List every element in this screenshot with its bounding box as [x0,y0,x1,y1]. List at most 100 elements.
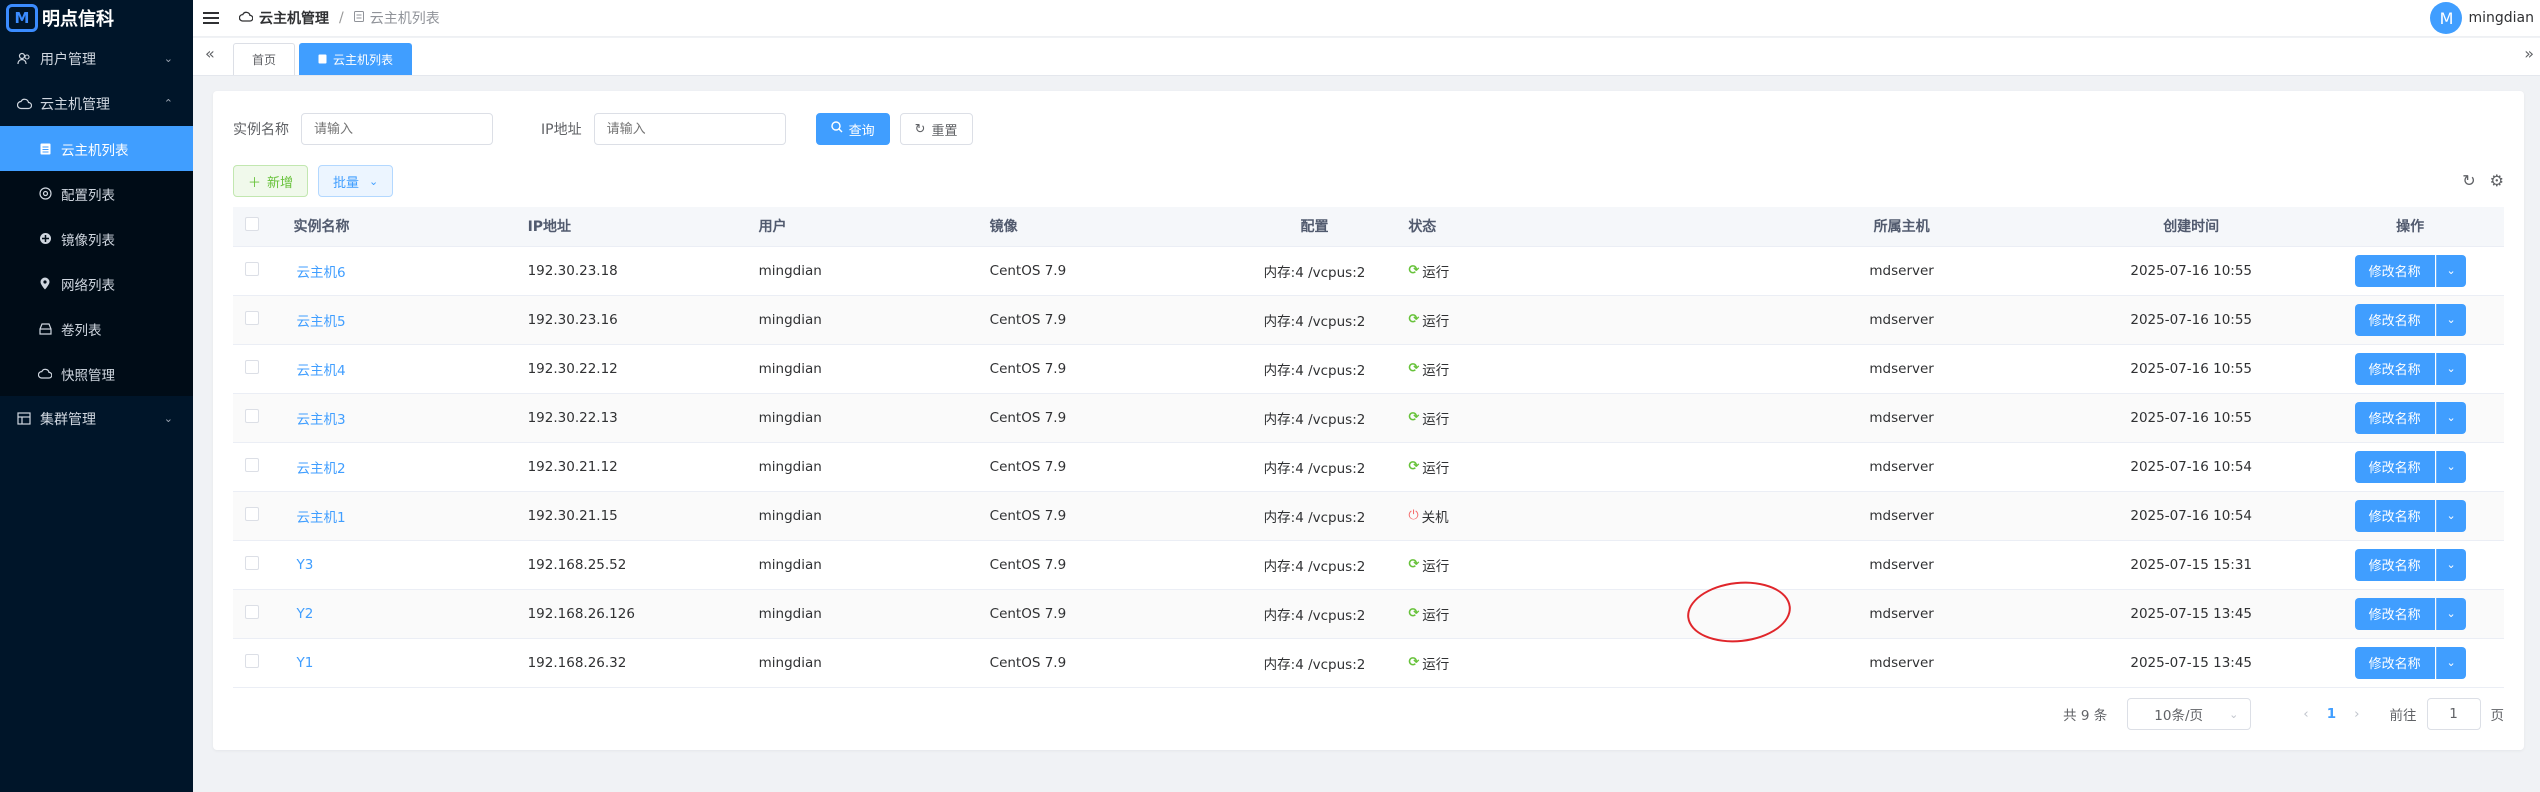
instance-name-link[interactable]: Y2 [297,606,314,622]
created-cell: 2025-07-15 13:45 [2130,605,2253,622]
row-checkbox[interactable] [245,359,259,374]
rename-button[interactable]: 修改名称 [2354,499,2435,532]
chevron-down-icon[interactable]: ⌄ [2435,352,2466,385]
sidebar-subitem-host-list[interactable]: 云主机列表 [0,126,193,171]
row-action-group: 修改名称 ⌄ [2354,254,2466,287]
instance-name-link[interactable]: 云主机1 [297,510,346,526]
tabs-scroll-right-icon[interactable]: » [2524,44,2534,63]
goto-page-input[interactable]: 1 [2426,698,2481,730]
add-button[interactable]: ＋ 新增 [233,165,309,197]
config-cell: 内存:4 /vcpus:2 [1263,460,1366,477]
chevron-down-icon[interactable]: ⌄ [2435,401,2466,434]
menu-toggle-icon[interactable] [203,12,219,24]
image-icon [38,232,52,246]
tab-host-list[interactable]: 云主机列表 [299,43,413,75]
chevron-down-icon[interactable]: ⌄ [2435,548,2466,581]
rename-button[interactable]: 修改名称 [2354,303,2435,336]
instance-name-link[interactable]: Y3 [297,557,314,573]
ip-label: IP地址 [541,122,582,138]
breadcrumb: 云主机管理 / 云主机列表 [238,8,440,28]
config-icon [38,187,52,201]
row-checkbox[interactable] [245,261,259,276]
user-menu[interactable]: M mingdian [2430,2,2534,34]
image-cell: CentOS 7.9 [989,605,1067,622]
image-cell: CentOS 7.9 [989,360,1067,377]
row-checkbox[interactable] [245,408,259,423]
chevron-down-icon[interactable]: ⌄ [2435,597,2466,630]
page-number-current[interactable]: 1 [2327,706,2336,722]
config-cell: 内存:4 /vcpus:2 [1263,607,1366,624]
batch-dropdown-button[interactable]: 批量 ⌄ [318,165,394,197]
sidebar-subitem-snapshot[interactable]: 快照管理 [0,351,193,396]
created-cell: 2025-07-16 10:54 [2130,507,2253,524]
select-all-checkbox[interactable] [245,217,259,232]
row-checkbox[interactable] [245,506,259,521]
status-badge: ⟳ 运行 [1408,555,1449,575]
rename-button[interactable]: 修改名称 [2354,254,2435,287]
chevron-down-icon[interactable]: ⌄ [2435,450,2466,483]
ip-cell: 192.168.25.52 [527,556,627,573]
sidebar-item-cluster[interactable]: 集群管理 ⌄ [0,396,193,441]
tab-home[interactable]: 首页 [233,43,296,75]
ip-input[interactable] [593,113,786,145]
reset-button[interactable]: ↻ 重置 [899,113,973,145]
tabs-scroll-left-icon[interactable]: « [205,44,215,63]
status-badge: ⟳ 运行 [1408,653,1449,673]
rename-button[interactable]: 修改名称 [2354,450,2435,483]
chevron-down-icon[interactable]: ⌄ [2435,303,2466,336]
sidebar-item-users[interactable]: 用户管理 ⌄ [0,36,193,81]
refresh-icon[interactable]: ↻ [2462,171,2475,190]
table-row: 云主机4 192.30.22.12 mingdian CentOS 7.9 内存:4 /… [233,344,2504,394]
image-cell: CentOS 7.9 [989,556,1067,573]
ip-cell: 192.30.21.15 [527,507,618,524]
instance-name-link[interactable]: 云主机5 [297,314,346,330]
plus-icon: ＋ [248,175,262,191]
col-header-host: 所属主机 [1737,207,2067,247]
instance-name-link[interactable]: 云主机6 [297,265,346,281]
row-checkbox[interactable] [245,604,259,619]
page-size-select[interactable]: 10条/页 ⌄ [2127,698,2252,730]
status-text: 运行 [1422,607,1450,624]
col-header-config: 配置 [1220,207,1409,247]
sidebar-subitem-network-list[interactable]: 网络列表 [0,261,193,306]
rename-button[interactable]: 修改名称 [2354,597,2435,630]
sidebar-item-cloud-hosts[interactable]: 云主机管理 ⌃ [0,81,193,126]
config-cell: 内存:4 /vcpus:2 [1263,411,1366,428]
rename-button[interactable]: 修改名称 [2354,646,2435,679]
breadcrumb-item-cloud-hosts[interactable]: 云主机管理 [259,8,329,28]
instance-name-link[interactable]: Y1 [297,655,314,671]
row-checkbox[interactable] [245,653,259,668]
next-page-icon[interactable]: › [2354,706,2359,722]
chevron-down-icon[interactable]: ⌄ [2435,646,2466,679]
instance-name-input[interactable] [301,113,493,145]
tab-label: 首页 [252,53,277,67]
chevron-down-icon: ⌄ [163,52,173,65]
rename-button[interactable]: 修改名称 [2354,352,2435,385]
col-header-ip: IP地址 [527,207,759,247]
rename-button[interactable]: 修改名称 [2354,401,2435,434]
user-name[interactable]: mingdian [2468,10,2534,26]
instance-name-link[interactable]: 云主机3 [297,412,346,428]
prev-page-icon[interactable]: ‹ [2303,706,2308,722]
created-cell: 2025-07-16 10:55 [2130,262,2253,279]
row-checkbox[interactable] [245,310,259,325]
row-checkbox[interactable] [245,457,259,472]
table-row: Y3 192.168.25.52 mingdian CentOS 7.9 内存:4 /v… [233,540,2504,590]
sidebar-subitem-volume-list[interactable]: 卷列表 [0,306,193,351]
chevron-down-icon[interactable]: ⌄ [2435,499,2466,532]
chevron-up-icon: ⌃ [163,97,173,110]
chevron-down-icon[interactable]: ⌄ [2435,254,2466,287]
created-cell: 2025-07-16 10:54 [2130,458,2253,475]
instance-name-link[interactable]: 云主机2 [297,461,346,477]
avatar[interactable]: M [2430,2,2463,34]
sidebar-subitem-label: 快照管理 [61,367,115,384]
instance-name-link[interactable]: 云主机4 [297,363,346,379]
sidebar-subitem-image-list[interactable]: 镜像列表 [0,216,193,261]
logo-mark: M [6,4,38,32]
query-button[interactable]: 查询 [815,113,890,145]
row-action-group: 修改名称 ⌄ [2354,597,2466,630]
gear-icon[interactable]: ⚙ [2490,171,2504,190]
row-checkbox[interactable] [245,555,259,570]
sidebar-subitem-config-list[interactable]: 配置列表 [0,171,193,216]
rename-button[interactable]: 修改名称 [2354,548,2435,581]
